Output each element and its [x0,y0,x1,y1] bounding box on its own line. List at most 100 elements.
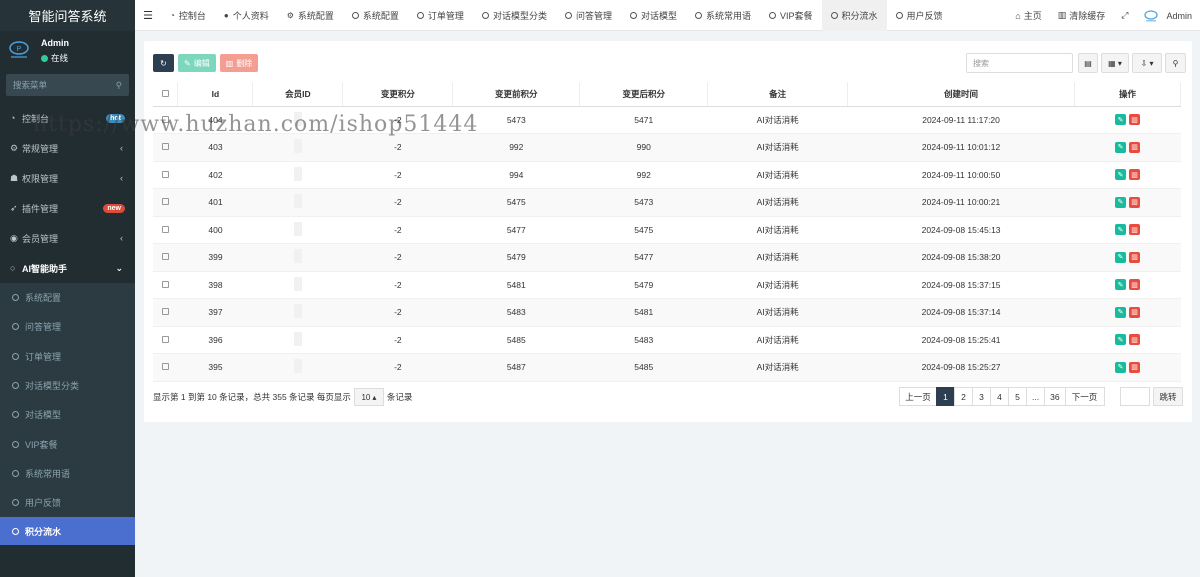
tab-system-config-1[interactable]: ⚙ 系统配置 [278,0,343,31]
sidebar-subitem-model[interactable]: 对话模型 [0,400,135,429]
refresh-button[interactable]: ↻ [153,54,174,72]
prev-page-button[interactable]: 上一页 [899,387,937,406]
row-edit-button[interactable]: ✎ [1115,279,1126,291]
row-delete-button[interactable]: ▥ [1129,334,1140,346]
col-remark[interactable]: 备注 [707,82,849,107]
jump-page-input[interactable] [1120,387,1150,406]
row-checkbox[interactable] [153,161,178,189]
row-delete-button[interactable]: ▥ [1129,114,1140,126]
fullscreen-button[interactable]: ⤢ [1113,0,1136,31]
table-row[interactable]: 399 -2 5479 5477 AI对话消耗 2024-09-08 15:38:20 ✎ ▥ [153,243,1181,272]
table-row[interactable]: 403 -2 992 990 AI对话消耗 2024-09-11 10:01:12 ✎ ▥ [153,133,1181,162]
sidebar-item-members[interactable]: ◉ 会员管理 ‹ [0,223,135,253]
sidebar-item-plugins[interactable]: ➶ 插件管理 new [0,193,135,223]
table-row[interactable]: 397 -2 5483 5481 AI对话消耗 2024-09-08 15:37:14 ✎ ▥ [153,298,1181,327]
admin-menu[interactable]: Admin [1136,0,1200,31]
row-delete-button[interactable]: ▥ [1129,361,1140,373]
clear-cache-button[interactable]: ▥ 清除缓存 [1050,0,1114,31]
row-checkbox[interactable] [153,353,178,382]
tab-dashboard[interactable]: ◔ 控制台 [161,0,215,31]
sidebar-subitem-qa[interactable]: 问答管理 [0,312,135,341]
table-row[interactable]: 398 -2 5481 5479 AI对话消耗 2024-09-08 15:37:15 ✎ ▥ [153,271,1181,299]
row-edit-button[interactable]: ✎ [1115,251,1126,263]
edit-button[interactable]: ✎ 编辑 [178,54,216,72]
table-row[interactable]: 404 -2 5473 5471 AI对话消耗 2024-09-11 11:17:20 ✎ ▥ [153,106,1181,134]
tab-phrases[interactable]: 系统常用语 [686,0,760,31]
col-id[interactable]: Id [177,82,254,107]
sidebar-subitem-feedback[interactable]: 用户反馈 [0,488,135,517]
row-delete-button[interactable]: ▥ [1129,279,1140,291]
table-row[interactable]: 396 -2 5485 5483 AI对话消耗 2024-09-08 15:25:41 ✎ ▥ [153,326,1181,354]
row-edit-button[interactable]: ✎ [1115,224,1126,236]
next-page-button[interactable]: 下一页 [1064,387,1105,406]
row-checkbox[interactable] [153,133,178,162]
sidebar-subitem-orders[interactable]: 订单管理 [0,342,135,371]
sidebar-item-general[interactable]: ⚙ 常规管理 ‹ [0,133,135,163]
row-checkbox[interactable] [153,216,178,244]
row-delete-button[interactable]: ▥ [1129,169,1140,181]
tab-points[interactable]: 积分流水 [821,0,887,31]
tab-orders[interactable]: 订单管理 [408,0,473,31]
col-created[interactable]: 创建时间 [847,82,1075,107]
row-delete-button[interactable]: ▥ [1129,196,1140,208]
page-button[interactable]: 2 [954,387,973,406]
page-button[interactable]: 3 [972,387,991,406]
row-checkbox[interactable] [153,271,178,299]
advanced-search-button[interactable]: ⚲ [1165,53,1186,73]
table-row[interactable]: 402 -2 994 992 AI对话消耗 2024-09-11 10:00:50 ✎ ▥ [153,161,1181,189]
row-edit-button[interactable]: ✎ [1115,361,1126,373]
sidebar-search-input[interactable]: 搜索菜单 ⚲ [6,74,129,96]
col-member-id[interactable]: 会员ID [252,82,344,107]
home-link[interactable]: ⌂ 主页 [1007,0,1049,31]
page-button[interactable]: 36 [1044,387,1066,406]
tab-system-config-2[interactable]: 系统配置 [343,0,408,31]
row-checkbox[interactable] [153,243,178,272]
sidebar-subitem-phrases[interactable]: 系统常用语 [0,459,135,488]
tab-qa[interactable]: 问答管理 [556,0,621,31]
sidebar-subitem-points[interactable]: 积分流水 [0,517,135,546]
delete-button[interactable]: ▥ 删除 [219,54,259,72]
columns-button[interactable]: ▦ ▾ [1101,53,1129,73]
row-checkbox[interactable] [153,298,178,327]
row-edit-button[interactable]: ✎ [1115,306,1126,318]
row-delete-button[interactable]: ▥ [1129,251,1140,263]
table-row[interactable]: 401 -2 5475 5473 AI对话消耗 2024-09-11 10:00:21 ✎ ▥ [153,188,1181,217]
jump-button[interactable]: 跳转 [1153,387,1183,406]
tab-profile[interactable]: ● 个人资料 [215,0,278,31]
col-before[interactable]: 变更前积分 [452,82,581,107]
row-delete-button[interactable]: ▥ [1129,306,1140,318]
tab-vip[interactable]: VIP套餐 [760,0,822,31]
row-edit-button[interactable]: ✎ [1115,334,1126,346]
page-button[interactable]: 5 [1008,387,1027,406]
sidebar-subitem-model-category[interactable]: 对话模型分类 [0,371,135,400]
tab-model-category[interactable]: 对话模型分类 [473,0,556,31]
export-button[interactable]: ⇩ ▾ [1132,53,1162,73]
sidebar-item-ai-assistant[interactable]: ○ AI智能助手 ⌄ [0,253,135,283]
row-checkbox[interactable] [153,106,178,134]
page-button[interactable]: 1 [936,387,955,406]
app-title[interactable]: 智能问答系统 [0,0,135,31]
table-row[interactable]: 395 -2 5487 5485 AI对话消耗 2024-09-08 15:25:27 ✎ ▥ [153,353,1181,382]
sidebar-item-dashboard[interactable]: ◔ 控制台 hot [0,103,135,133]
search-input[interactable]: 搜索 [966,53,1073,73]
toggle-view-button[interactable]: ▤ [1078,53,1098,73]
row-edit-button[interactable]: ✎ [1115,169,1126,181]
col-change[interactable]: 变更积分 [342,82,454,107]
tab-feedback[interactable]: 用户反馈 [887,0,952,31]
row-edit-button[interactable]: ✎ [1115,196,1126,208]
sidebar-subitem-system-config[interactable]: 系统配置 [0,283,135,312]
page-size-select[interactable]: 10 ▴ [353,388,384,406]
page-button[interactable]: 4 [990,387,1009,406]
row-delete-button[interactable]: ▥ [1129,141,1140,153]
row-checkbox[interactable] [153,326,178,354]
menu-toggle-icon[interactable]: ☰ [135,9,161,22]
select-all-checkbox[interactable] [153,82,179,107]
table-row[interactable]: 400 -2 5477 5475 AI对话消耗 2024-09-08 15:45:13 ✎ ▥ [153,216,1181,244]
sidebar-subitem-vip[interactable]: VIP套餐 [0,429,135,458]
tab-model[interactable]: 对话模型 [621,0,686,31]
row-edit-button[interactable]: ✎ [1115,141,1126,153]
sidebar-item-auth[interactable]: ☗ 权限管理 ‹ [0,163,135,193]
col-after[interactable]: 变更后积分 [579,82,709,107]
row-edit-button[interactable]: ✎ [1115,114,1126,126]
row-delete-button[interactable]: ▥ [1129,224,1140,236]
